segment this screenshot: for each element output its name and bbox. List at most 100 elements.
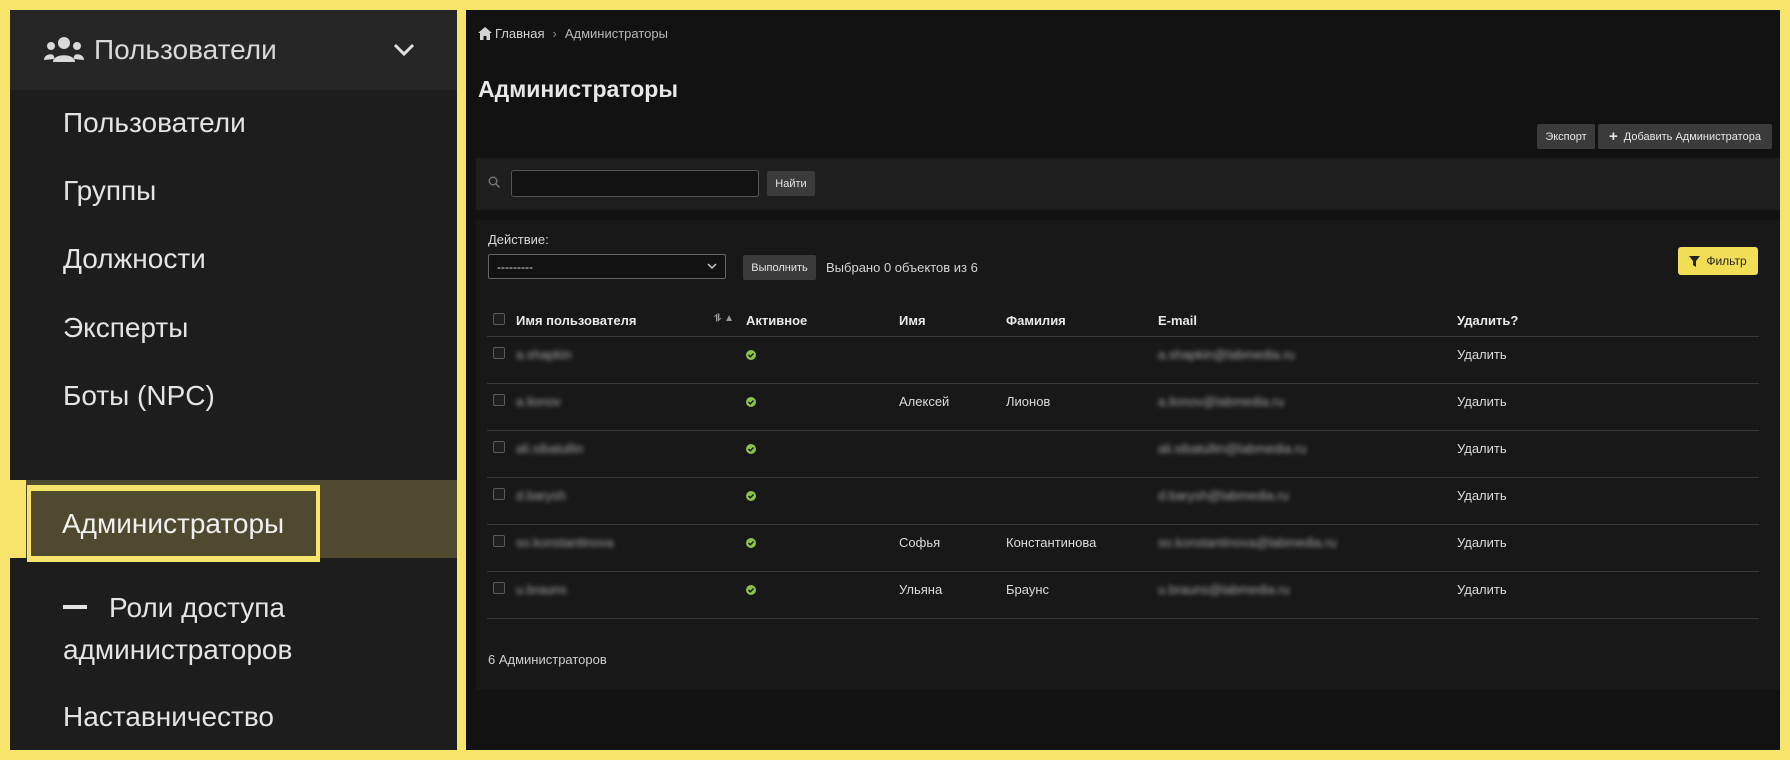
username-link[interactable]: u.brauns [516,571,746,619]
breadcrumb-home-link[interactable]: Главная [495,26,544,41]
delete-link[interactable]: Удалить [1457,336,1759,384]
column-email[interactable]: E-mail [1158,305,1457,337]
column-username[interactable]: Имя пользователя ⥮ ▲ [516,305,746,337]
sidebar-item-users[interactable]: Пользователи [63,102,246,144]
select-all-checkbox[interactable] [493,312,505,325]
breadcrumb: Главная › Администраторы [478,26,668,41]
delete-link[interactable]: Удалить [1457,477,1759,525]
sidebar-section-users[interactable]: Пользователи [10,10,457,90]
last-name-cell: Лионов [1006,383,1158,431]
search-icon [488,176,500,188]
dash-icon [63,604,87,609]
column-username-label: Имя пользователя [516,312,637,328]
sidebar-section-label: Пользователи [94,34,277,65]
filter-icon [1689,255,1701,267]
email-cell: u.brauns@labmedia.ru [1158,571,1457,619]
sidebar-item-bots[interactable]: Боты (NPC) [63,375,215,417]
filter-button[interactable]: Фильтр [1678,247,1758,275]
export-button[interactable]: Экспорт [1537,124,1595,149]
username-link[interactable]: so.konstantinova [516,524,746,572]
search-bar: Найти [476,158,1780,210]
total-count: 6 Администраторов [488,652,607,667]
sidebar-item-admin-roles[interactable]: Роли доступа администраторов [63,587,292,671]
first-name-cell: Софья [899,524,1006,572]
breadcrumb-separator: › [552,26,557,41]
last-name-cell: Константинова [1006,524,1158,572]
table-row: ali.sibatullin ali.sibatullin@labmedia.r… [487,430,1759,478]
action-select-value: --------- [497,259,533,274]
username-link[interactable]: d.barysh [516,477,746,525]
sort-icon[interactable]: ⥮ ▲ [714,313,734,324]
page-title: Администраторы [478,76,678,102]
column-last-name[interactable]: Фамилия [1006,305,1158,337]
email-cell: a.lionov@labmedia.ru [1158,383,1457,431]
delete-link[interactable]: Удалить [1457,524,1759,572]
add-administrator-button[interactable]: + Добавить Администратора [1598,124,1772,149]
search-input[interactable] [511,170,759,197]
table-row: a.shapkin a.shapkin@labmedia.ru Удалить [487,336,1759,384]
email-cell: a.shapkin@labmedia.ru [1158,336,1457,384]
check-circle-icon [746,396,756,407]
row-checkbox[interactable] [493,393,505,406]
row-checkbox[interactable] [493,346,505,359]
administrators-table: Имя пользователя ⥮ ▲ Активное Имя Фамили… [487,305,1759,619]
username-link[interactable]: a.shapkin [516,336,746,384]
chevron-down-icon[interactable] [393,43,415,57]
action-select[interactable]: --------- [488,254,726,279]
users-icon [44,37,84,62]
email-cell: ali.sibatullin@labmedia.ru [1158,430,1457,478]
last-name-cell [1006,336,1158,384]
delete-link[interactable]: Удалить [1457,571,1759,619]
row-checkbox[interactable] [493,487,505,500]
check-circle-icon [746,443,756,454]
filter-label: Фильтр [1706,254,1747,268]
table-header-row: Имя пользователя ⥮ ▲ Активное Имя Фамили… [487,305,1759,337]
selected-count-text: Выбрано 0 объектов из 6 [826,260,978,275]
first-name-cell [899,336,1006,384]
row-checkbox[interactable] [493,440,505,453]
check-circle-icon [746,349,756,360]
table-row: so.konstantinova Софья Константинова so.… [487,524,1759,572]
sidebar-item-label-line2: администраторов [63,634,293,665]
column-delete: Удалить? [1457,305,1759,337]
sidebar-item-administrators[interactable]: Администраторы [27,485,320,562]
sidebar-item-experts[interactable]: Эксперты [63,307,188,349]
email-cell: so.konstantinova@labmedia.ru [1158,524,1457,572]
home-icon[interactable] [478,27,492,40]
table-row: d.barysh d.barysh@labmedia.ru Удалить [487,477,1759,525]
sidebar-item-groups[interactable]: Группы [63,170,156,212]
first-name-cell [899,430,1006,478]
breadcrumb-current: Администраторы [564,26,668,41]
table-row: a.lionov Алексей Лионов a.lionov@labmedi… [487,383,1759,431]
results-panel: Действие: --------- Выполнить Выбрано 0 … [476,220,1780,690]
row-checkbox[interactable] [493,534,505,547]
delete-link[interactable]: Удалить [1457,430,1759,478]
plus-icon: + [1609,128,1618,145]
sidebar-accent-notch [0,480,26,558]
last-name-cell [1006,430,1158,478]
column-first-name[interactable]: Имя [899,305,1006,337]
add-administrator-label: Добавить Администратора [1623,130,1761,143]
sidebar-item-positions[interactable]: Должности [63,238,206,280]
check-circle-icon [746,537,756,548]
column-active[interactable]: Активное [746,305,899,337]
action-label: Действие: [488,232,549,247]
sidebar-item-label: Роли доступа [109,592,285,623]
first-name-cell: Ульяна [899,571,1006,619]
check-circle-icon [746,584,756,595]
delete-link[interactable]: Удалить [1457,383,1759,431]
first-name-cell [899,477,1006,525]
sidebar: Пользователи Пользователи Группы Должнос… [10,10,457,750]
main-content: Главная › Администраторы Администраторы … [466,10,1780,750]
email-cell: d.barysh@labmedia.ru [1158,477,1457,525]
check-circle-icon [746,490,756,501]
chevron-down-icon [707,263,717,270]
row-checkbox[interactable] [493,581,505,594]
last-name-cell: Браунс [1006,571,1158,619]
run-action-button[interactable]: Выполнить [743,255,816,280]
search-button[interactable]: Найти [767,171,815,196]
username-link[interactable]: a.lionov [516,383,746,431]
username-link[interactable]: ali.sibatullin [516,430,746,478]
sidebar-item-mentoring[interactable]: Наставничество [63,696,274,738]
table-row: u.brauns Ульяна Браунс u.brauns@labmedia… [487,571,1759,619]
